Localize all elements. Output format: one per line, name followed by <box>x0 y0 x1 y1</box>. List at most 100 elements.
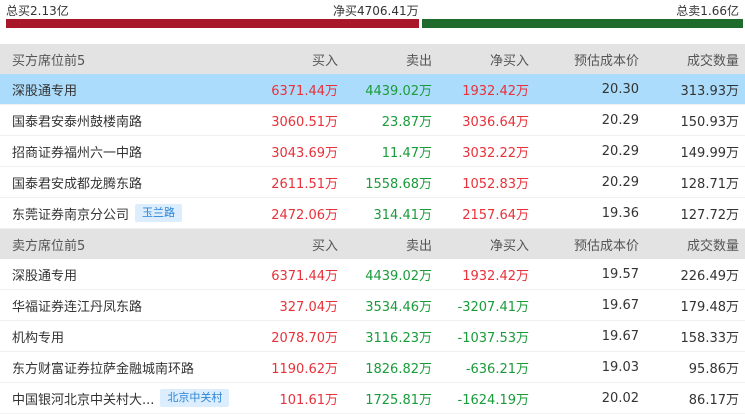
table-row[interactable]: 东莞证券南京分公司 玉兰路 2472.06万 314.41万 2157.64万 19.36… <box>0 198 745 229</box>
cost-value: 20.30 <box>601 81 639 97</box>
seat-name[interactable]: 华福证券连江丹凤东路 <box>12 296 142 315</box>
seat-name[interactable]: 东莞证券南京分公司 <box>12 204 129 223</box>
table-row[interactable]: 招商证券福州六一中路 3043.69万 11.47万 3032.22万 20.29 149… <box>0 136 745 167</box>
sell-header-sell: 卖出 <box>405 238 432 254</box>
cost-value: 20.29 <box>601 174 639 190</box>
qty-value: 149.99万 <box>680 145 740 161</box>
buy-header-net: 净买入 <box>489 53 529 69</box>
qty-value: 128.71万 <box>680 176 740 192</box>
sell-header-net: 净买入 <box>489 238 529 254</box>
buy-header-qty: 成交数量 <box>686 53 739 69</box>
sell-header-row: 卖方席位前5 买入 卖出 净买入 预估成本价 成交数量 <box>0 229 745 259</box>
buy-value: 2472.06万 <box>271 207 338 223</box>
seat-name[interactable]: 东方财富证券拉萨金融城南环路 <box>12 358 194 377</box>
buy-value: 1190.62万 <box>271 361 338 377</box>
seat-name[interactable]: 深股通专用 <box>12 80 77 99</box>
net-value: -1037.53万 <box>457 330 529 346</box>
buy-value: 327.04万 <box>279 299 339 315</box>
sell-bar-segment <box>422 19 743 28</box>
table-row[interactable]: 中国银河北京中关村大... 北京中关村 101.61万 1725.81万 -1624.1… <box>0 383 745 414</box>
buy-value: 6371.44万 <box>271 83 338 99</box>
buy-header-row: 买方席位前5 买入 卖出 净买入 预估成本价 成交数量 <box>0 44 745 74</box>
seat-tag[interactable]: 北京中关村 <box>160 389 230 407</box>
sell-value: 11.47万 <box>381 145 432 161</box>
buy-value: 2611.51万 <box>271 176 338 192</box>
seat-name-cell: 华福证券连江丹凤东路 <box>0 296 253 315</box>
net-value: 1052.83万 <box>462 176 529 192</box>
buy-header-buy: 买入 <box>311 53 338 69</box>
trade-summary: 总买2.13亿 净买4706.41万 总卖1.66亿 <box>0 0 745 18</box>
table-row[interactable]: 深股通专用 6371.44万 4439.02万 1932.42万 20.30 313.93… <box>0 74 745 105</box>
qty-value: 158.33万 <box>680 330 740 346</box>
qty-value: 150.93万 <box>680 114 740 130</box>
cost-value: 19.57 <box>601 266 639 282</box>
net-value: -3207.41万 <box>457 299 529 315</box>
table-row[interactable]: 机构专用 2078.70万 3116.23万 -1037.53万 19.67 158.33… <box>0 321 745 352</box>
seat-ranking-table: 买方席位前5 买入 卖出 净买入 预估成本价 成交数量 深股通专用 6371.44万 4439.… <box>0 44 745 414</box>
buy-value: 2078.70万 <box>271 330 338 346</box>
seat-name[interactable]: 机构专用 <box>12 327 64 346</box>
table-row[interactable]: 东方财富证券拉萨金融城南环路 1190.62万 1826.82万 -636.21万 19… <box>0 352 745 383</box>
sell-value: 1826.82万 <box>365 361 432 377</box>
net-buy-label: 净买4706.41万 <box>333 4 419 18</box>
qty-value: 313.93万 <box>680 83 740 99</box>
seat-name[interactable]: 深股通专用 <box>12 265 77 284</box>
qty-value: 127.72万 <box>680 207 740 223</box>
table-row[interactable]: 国泰君安泰州鼓楼南路 3060.51万 23.87万 3036.64万 20.29 150… <box>0 105 745 136</box>
table-row[interactable]: 华福证券连江丹凤东路 327.04万 3534.46万 -3207.41万 19.67 1… <box>0 290 745 321</box>
net-value: 1932.42万 <box>462 268 529 284</box>
seat-name-cell: 招商证券福州六一中路 <box>0 142 253 161</box>
buy-sell-ratio-bar <box>6 19 743 28</box>
sell-value: 23.87万 <box>381 114 432 130</box>
net-value: -636.21万 <box>465 361 529 377</box>
seat-name[interactable]: 国泰君安泰州鼓楼南路 <box>12 111 142 130</box>
qty-value: 226.49万 <box>680 268 740 284</box>
qty-value: 95.86万 <box>688 361 739 377</box>
sell-value: 3116.23万 <box>365 330 432 346</box>
sell-header-buy: 买入 <box>311 238 338 254</box>
cost-value: 19.67 <box>601 297 639 313</box>
seat-name-cell: 机构专用 <box>0 327 253 346</box>
buy-header-name: 买方席位前5 <box>12 53 86 69</box>
cost-value: 19.03 <box>601 359 639 375</box>
sell-value: 4439.02万 <box>365 268 432 284</box>
qty-value: 179.48万 <box>680 299 740 315</box>
total-sell-label: 总卖1.66亿 <box>676 4 739 18</box>
buy-header-cost: 预估成本价 <box>573 53 639 69</box>
sell-value: 1558.68万 <box>365 176 432 192</box>
cost-value: 20.29 <box>601 143 639 159</box>
cost-value: 19.36 <box>601 205 639 221</box>
seat-name-cell: 深股通专用 <box>0 265 253 284</box>
seat-name-cell: 国泰君安成都龙腾东路 <box>0 173 253 192</box>
net-value: 3036.64万 <box>462 114 529 130</box>
buy-value: 3043.69万 <box>271 145 338 161</box>
sell-value: 314.41万 <box>373 207 433 223</box>
net-value: 3032.22万 <box>462 145 529 161</box>
buy-seats-section: 买方席位前5 买入 卖出 净买入 预估成本价 成交数量深股通专用 6371.44万 4439.… <box>0 44 745 229</box>
buy-header-sell: 卖出 <box>405 53 432 69</box>
net-value: 2157.64万 <box>462 207 529 223</box>
sell-value: 3534.46万 <box>365 299 432 315</box>
buy-value: 3060.51万 <box>271 114 338 130</box>
seat-name[interactable]: 国泰君安成都龙腾东路 <box>12 173 142 192</box>
total-buy-label: 总买2.13亿 <box>6 4 69 18</box>
sell-seats-section: 卖方席位前5 买入 卖出 净买入 预估成本价 成交数量深股通专用 6371.44万 4439.… <box>0 229 745 414</box>
cost-value: 19.67 <box>601 328 639 344</box>
net-value: 1932.42万 <box>462 83 529 99</box>
table-row[interactable]: 深股通专用 6371.44万 4439.02万 1932.42万 19.57 226.49… <box>0 259 745 290</box>
cost-value: 20.02 <box>601 390 639 406</box>
buy-value: 6371.44万 <box>271 268 338 284</box>
seat-name-cell: 东莞证券南京分公司 玉兰路 <box>0 204 253 223</box>
seat-name-cell: 国泰君安泰州鼓楼南路 <box>0 111 253 130</box>
seat-name-cell: 东方财富证券拉萨金融城南环路 <box>0 358 253 377</box>
sell-value: 4439.02万 <box>365 83 432 99</box>
cost-value: 20.29 <box>601 112 639 128</box>
sell-header-name: 卖方席位前5 <box>12 238 86 254</box>
buy-bar-segment <box>6 19 419 28</box>
seat-name-cell: 深股通专用 <box>0 80 253 99</box>
sell-header-qty: 成交数量 <box>686 238 739 254</box>
seat-tag[interactable]: 玉兰路 <box>135 204 183 222</box>
table-row[interactable]: 国泰君安成都龙腾东路 2611.51万 1558.68万 1052.83万 20.29 1… <box>0 167 745 198</box>
seat-name[interactable]: 招商证券福州六一中路 <box>12 142 142 161</box>
sell-header-cost: 预估成本价 <box>573 238 639 254</box>
